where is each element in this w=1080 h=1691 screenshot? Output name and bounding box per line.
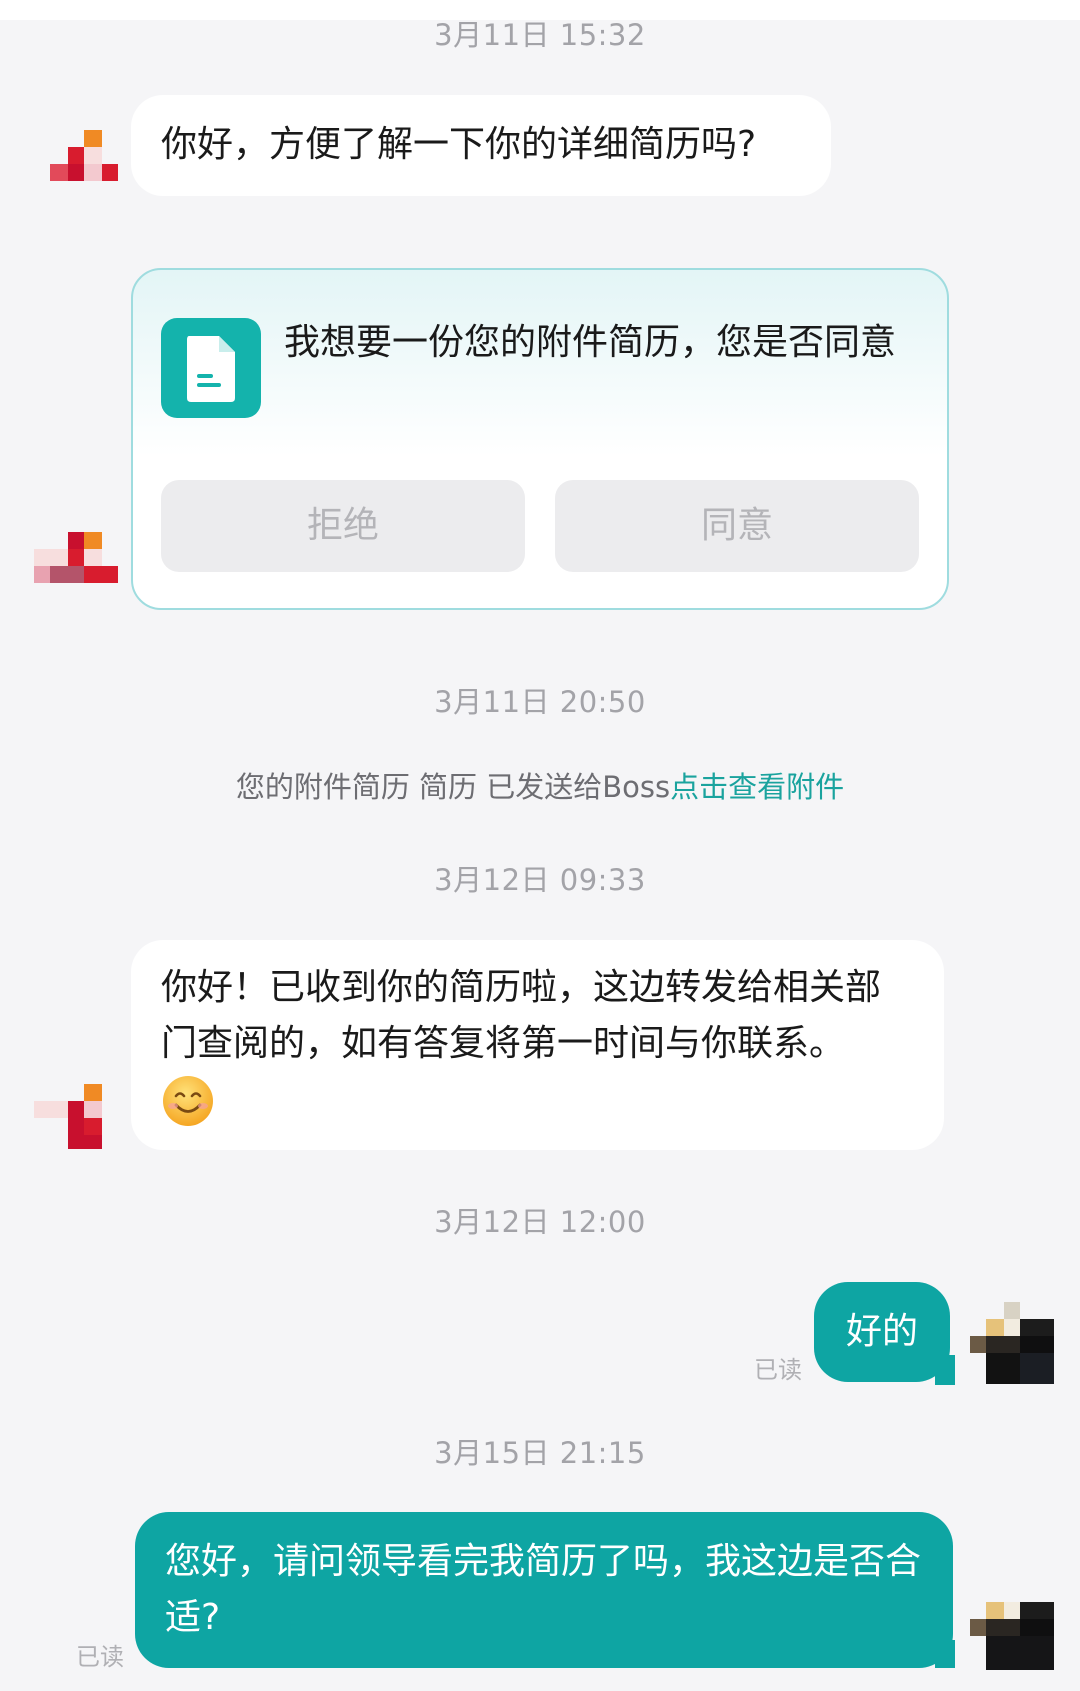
outgoing-message[interactable]: 好的	[814, 1282, 950, 1382]
agree-button[interactable]: 同意	[555, 480, 919, 572]
document-icon	[161, 318, 261, 418]
read-status: 已读	[76, 1643, 124, 1671]
view-attachment-link[interactable]: 点击查看附件	[670, 770, 844, 804]
incoming-message[interactable]: 你好，方便了解一下你的详细简历吗?	[131, 95, 831, 196]
incoming-message[interactable]: 你好！已收到你的简历啦，这边转发给相关部门查阅的，如有答复将第一时间与你联系。	[131, 940, 944, 1150]
bubble-tail	[935, 1640, 955, 1668]
message-text: 你好！已收到你的简历啦，这边转发给相关部门查阅的，如有答复将第一时间与你联系。	[161, 967, 882, 1064]
sender-avatar[interactable]	[34, 530, 118, 614]
sender-avatar[interactable]	[34, 120, 118, 204]
timestamp: 3月12日 12:00	[434, 1205, 646, 1239]
sender-avatar[interactable]	[34, 1066, 118, 1150]
outgoing-message[interactable]: 您好，请问领导看完我简历了吗，我这边是否合适?	[135, 1512, 953, 1668]
timestamp: 3月11日 20:50	[434, 685, 646, 719]
timestamp: 3月11日 15:32	[434, 18, 646, 52]
my-avatar[interactable]	[970, 1300, 1054, 1384]
notice-text: 您的附件简历 简历 已发送给Boss	[235, 770, 671, 804]
card-message: 我想要一份您的附件简历，您是否同意	[284, 322, 897, 363]
my-avatar[interactable]	[970, 1600, 1054, 1684]
read-status: 已读	[754, 1356, 802, 1384]
timestamp: 3月15日 21:15	[434, 1436, 646, 1470]
smile-emoji-icon	[161, 1074, 914, 1145]
system-notice: 您的附件简历 简历 已发送给Boss点击查看附件	[0, 764, 1080, 806]
reject-button[interactable]: 拒绝	[161, 480, 525, 572]
bubble-tail	[935, 1355, 955, 1385]
timestamp: 3月12日 09:33	[434, 863, 646, 897]
resume-request-card: 我想要一份您的附件简历，您是否同意 拒绝 同意	[131, 268, 949, 610]
